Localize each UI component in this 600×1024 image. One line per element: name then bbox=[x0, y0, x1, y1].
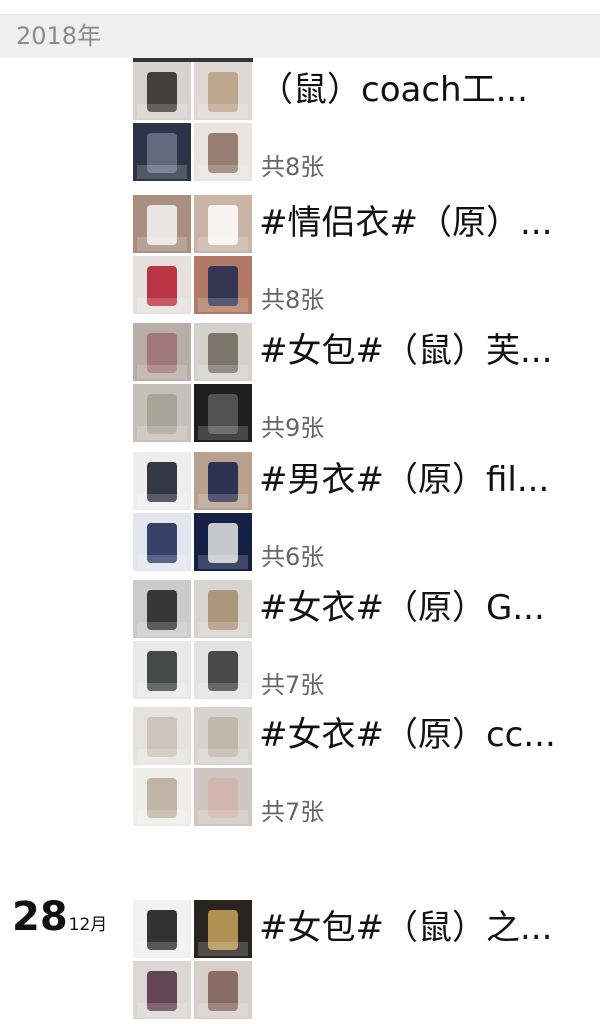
photo-highlight bbox=[137, 426, 187, 440]
post-thumbnail[interactable] bbox=[194, 580, 252, 638]
photo-highlight bbox=[198, 1003, 248, 1017]
post-thumbnail[interactable] bbox=[133, 513, 191, 571]
top-bar bbox=[0, 0, 600, 15]
post-thumbnail[interactable] bbox=[133, 707, 191, 765]
photo-highlight bbox=[198, 622, 248, 636]
post-thumbnail[interactable] bbox=[133, 323, 191, 381]
photo-highlight bbox=[198, 494, 248, 508]
photo-highlight bbox=[137, 104, 187, 118]
post-title[interactable]: #女衣#（原）G... bbox=[259, 586, 599, 630]
post-thumbnail[interactable] bbox=[194, 256, 252, 314]
photo-highlight bbox=[137, 1003, 187, 1017]
post-photo-count: 共7张 bbox=[261, 798, 325, 826]
post-title[interactable]: #女包#（鼠）之... bbox=[259, 906, 599, 950]
post-thumbnail[interactable] bbox=[194, 513, 252, 571]
photo-highlight bbox=[198, 426, 248, 440]
post-thumbnail[interactable] bbox=[133, 123, 191, 181]
post-thumbnail[interactable] bbox=[133, 452, 191, 510]
post-thumbnail[interactable] bbox=[133, 768, 191, 826]
post-thumbnail-grid[interactable] bbox=[133, 452, 253, 576]
post-photo-count: 共7张 bbox=[261, 671, 325, 699]
post-item[interactable]: #女包#（鼠）芙... 共9张 bbox=[133, 323, 600, 447]
photo-highlight bbox=[137, 622, 187, 636]
post-title[interactable]: #女衣#（原）cc... bbox=[259, 713, 599, 757]
photo-highlight bbox=[137, 494, 187, 508]
date-day: 28 bbox=[12, 894, 68, 940]
photo-highlight bbox=[198, 749, 248, 763]
post-thumbnail-grid[interactable] bbox=[133, 195, 253, 319]
post-thumbnail[interactable] bbox=[194, 323, 252, 381]
post-item[interactable]: #情侣衣#（原）... 共8张 bbox=[133, 195, 600, 319]
post-photo-count: 共6张 bbox=[261, 543, 325, 571]
post-thumbnail[interactable] bbox=[133, 62, 191, 120]
post-thumbnail[interactable] bbox=[194, 62, 252, 120]
post-thumbnail[interactable] bbox=[194, 384, 252, 442]
post-title[interactable]: #女包#（鼠）芙... bbox=[259, 329, 599, 373]
post-thumbnail[interactable] bbox=[194, 768, 252, 826]
post-photo-count: 共9张 bbox=[261, 414, 325, 442]
photo-highlight bbox=[137, 749, 187, 763]
date-month: 12月 bbox=[68, 915, 108, 935]
post-photo-count: 共8张 bbox=[261, 153, 325, 181]
photo-highlight bbox=[137, 555, 187, 569]
photo-highlight bbox=[198, 555, 248, 569]
post-thumbnail[interactable] bbox=[194, 641, 252, 699]
photo-highlight bbox=[137, 942, 187, 956]
post-thumbnail[interactable] bbox=[194, 900, 252, 958]
post-thumbnail[interactable] bbox=[133, 384, 191, 442]
year-header: 2018年 bbox=[0, 15, 600, 58]
date-label: 2812月 bbox=[12, 894, 107, 944]
post-thumbnail-grid[interactable] bbox=[133, 62, 253, 186]
photo-highlight bbox=[137, 810, 187, 824]
post-item[interactable]: #女衣#（原）G... 共7张 bbox=[133, 580, 600, 704]
photo-highlight bbox=[137, 365, 187, 379]
post-thumbnail[interactable] bbox=[133, 256, 191, 314]
post-item[interactable]: #男衣#（原）fil... 共6张 bbox=[133, 452, 600, 576]
photo-highlight bbox=[198, 365, 248, 379]
post-thumbnail[interactable] bbox=[194, 961, 252, 1019]
post-thumbnail[interactable] bbox=[194, 452, 252, 510]
photo-highlight bbox=[137, 165, 187, 179]
photo-highlight bbox=[198, 104, 248, 118]
post-thumbnail-grid[interactable] bbox=[133, 580, 253, 704]
photo-highlight bbox=[198, 810, 248, 824]
post-thumbnail[interactable] bbox=[194, 195, 252, 253]
post-item[interactable]: #女衣#（原）cc... 共7张 bbox=[133, 707, 600, 831]
post-thumbnail-grid[interactable] bbox=[133, 323, 253, 447]
post-item[interactable]: （鼠）coach工... 共8张 bbox=[133, 62, 600, 186]
post-item[interactable]: #女包#（鼠）之... bbox=[133, 900, 600, 1024]
post-title[interactable]: （鼠）coach工... bbox=[259, 68, 599, 112]
post-thumbnail[interactable] bbox=[194, 123, 252, 181]
photo-highlight bbox=[137, 237, 187, 251]
photo-highlight bbox=[198, 942, 248, 956]
photo-highlight bbox=[198, 237, 248, 251]
post-thumbnail[interactable] bbox=[194, 707, 252, 765]
post-title[interactable]: #男衣#（原）fil... bbox=[259, 458, 599, 502]
photo-highlight bbox=[198, 298, 248, 312]
photo-highlight bbox=[137, 298, 187, 312]
post-photo-count: 共8张 bbox=[261, 286, 325, 314]
post-thumbnail[interactable] bbox=[133, 900, 191, 958]
post-thumbnail[interactable] bbox=[133, 961, 191, 1019]
post-thumbnail[interactable] bbox=[133, 641, 191, 699]
post-title[interactable]: #情侣衣#（原）... bbox=[259, 201, 599, 245]
post-thumbnail[interactable] bbox=[133, 195, 191, 253]
photo-highlight bbox=[198, 165, 248, 179]
post-thumbnail-grid[interactable] bbox=[133, 900, 253, 1024]
photo-highlight bbox=[198, 683, 248, 697]
post-thumbnail-grid[interactable] bbox=[133, 707, 253, 831]
photo-highlight bbox=[137, 683, 187, 697]
post-thumbnail[interactable] bbox=[133, 580, 191, 638]
